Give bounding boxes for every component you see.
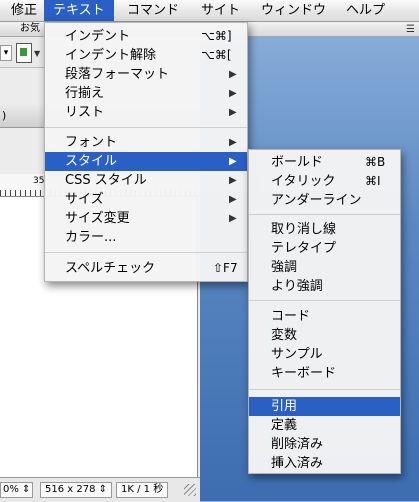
menu-item-size-change[interactable]: サイズ変更 ▶: [45, 209, 247, 228]
submenu-item-strong[interactable]: より強調: [249, 277, 400, 296]
menu-item-label: アンダーライン: [271, 193, 362, 208]
shortcut-label: ⌥⌘]: [201, 29, 232, 43]
download-time: 1K / 1 秒: [116, 482, 169, 498]
menu-window[interactable]: ウィンドウ: [252, 0, 335, 21]
menu-item-label: 取り消し線: [271, 222, 337, 237]
submenu-arrow-icon: ▶: [229, 213, 237, 224]
menu-item-label: 挿入済み: [271, 456, 324, 471]
menu-separator: [249, 214, 400, 215]
menu-item-label: リスト: [65, 105, 105, 120]
chevron-down-icon[interactable]: ▼: [34, 49, 40, 58]
menu-item-label: サイズ変更: [65, 211, 130, 226]
submenu-arrow-icon: ▶: [229, 194, 237, 205]
menu-item-label: CSS スタイル: [65, 173, 147, 188]
menu-item-label: インデント: [65, 29, 131, 44]
menu-help[interactable]: ヘルプ: [337, 0, 394, 21]
zoom-select[interactable]: 0% ⇕: [0, 482, 34, 498]
menu-item-color[interactable]: カラー...: [45, 228, 247, 247]
document-title: ): [2, 109, 7, 122]
menu-item-font[interactable]: フォント ▶: [45, 133, 247, 152]
panel-menu-icon[interactable]: ☰: [406, 23, 415, 37]
menu-separator: [45, 252, 247, 253]
menu-item-label: インデント解除: [65, 48, 157, 63]
menu-item-label: 引用: [271, 399, 298, 414]
style-submenu: ボールド ⌘B イタリック ⌘I アンダーライン 取り消し線 テレタイプ 強調 …: [248, 149, 401, 474]
menu-item-size[interactable]: サイズ ▶: [45, 190, 247, 209]
text-menu: インデント ⌥⌘] インデント解除 ⌥⌘[ 段落フォーマット ▶ 行揃え ▶ リ…: [44, 22, 248, 282]
submenu-item-sample[interactable]: サンプル: [249, 345, 400, 364]
menu-item-label: ボールド: [271, 155, 324, 170]
menu-item-label: カラー...: [65, 230, 117, 245]
shortcut-label: ⌘I: [365, 174, 381, 188]
menu-separator: [45, 127, 247, 128]
menu-item-label: サイズ: [65, 192, 104, 207]
menu-item-label: キーボード: [271, 366, 337, 381]
menu-separator: [249, 389, 400, 390]
menu-item-label: フォント: [65, 135, 118, 150]
submenu-item-underline[interactable]: アンダーライン: [249, 191, 400, 210]
status-bar: 0% ⇕ 516 x 278 ⇕ 1K / 1 秒: [0, 477, 200, 502]
submenu-item-definition[interactable]: 定義: [249, 416, 400, 435]
menu-item-label: 定義: [271, 418, 298, 433]
submenu-item-italic[interactable]: イタリック ⌘I: [249, 172, 400, 191]
toolbar-dropdown[interactable]: ▾: [0, 45, 12, 61]
submenu-item-variable[interactable]: 変数: [249, 326, 400, 345]
submenu-item-strikethrough[interactable]: 取り消し線: [249, 220, 400, 239]
resize-grip[interactable]: [184, 484, 196, 496]
menu-item-align[interactable]: 行揃え ▶: [45, 84, 247, 103]
menu-item-css-style[interactable]: CSS スタイル ▶: [45, 171, 247, 190]
menubar: 修正 テキスト コマンド サイト ウィンドウ ヘルプ: [0, 0, 419, 22]
menu-site[interactable]: サイト: [192, 0, 249, 21]
submenu-item-emphasis[interactable]: 強調: [249, 258, 400, 277]
menu-item-label: 強調: [271, 260, 298, 275]
menu-item-label: スペルチェック: [65, 261, 156, 276]
menu-item-style[interactable]: スタイル ▶: [45, 152, 247, 171]
menu-item-label: イタリック: [271, 174, 336, 189]
menu-item-outdent[interactable]: インデント解除 ⌥⌘[: [45, 46, 247, 65]
menu-item-spellcheck[interactable]: スペルチェック ⇧F7: [45, 259, 247, 278]
menu-separator: [249, 300, 400, 301]
submenu-arrow-icon: ▶: [229, 107, 237, 118]
menu-item-label: サンプル: [271, 347, 323, 362]
submenu-item-code[interactable]: コード: [249, 307, 400, 326]
menu-item-label: スタイル: [65, 154, 118, 169]
window-size-select[interactable]: 516 x 278 ⇕: [40, 482, 113, 498]
submenu-arrow-icon: ▶: [229, 88, 237, 99]
submenu-arrow-icon: ▶: [229, 69, 237, 80]
shortcut-label: ⌥⌘[: [201, 48, 232, 62]
submenu-item-inserted[interactable]: 挿入済み: [249, 454, 400, 473]
menu-item-paragraph-format[interactable]: 段落フォーマット ▶: [45, 65, 247, 84]
menu-item-label: コード: [271, 309, 311, 324]
submenu-item-keyboard[interactable]: キーボード: [249, 364, 400, 383]
ruler-number: 35: [33, 176, 45, 186]
menu-item-label: 削除済み: [271, 437, 324, 452]
submenu-arrow-icon: ▶: [229, 137, 237, 148]
menu-item-indent[interactable]: インデント ⌥⌘]: [45, 27, 247, 46]
menu-item-label: 段落フォーマット: [65, 67, 170, 82]
submenu-item-teletype[interactable]: テレタイプ: [249, 239, 400, 258]
shortcut-label: ⇧F7: [213, 261, 238, 275]
submenu-arrow-icon: ▶: [229, 156, 237, 167]
favorites-label[interactable]: お気: [20, 22, 40, 36]
document-icon[interactable]: [16, 43, 32, 63]
menu-modify[interactable]: 修正: [2, 0, 46, 21]
submenu-item-deleted[interactable]: 削除済み: [249, 435, 400, 454]
menu-item-label: より強調: [271, 279, 323, 294]
menu-item-label: 行揃え: [65, 86, 105, 101]
menu-item-label: テレタイプ: [271, 241, 337, 256]
menu-item-list[interactable]: リスト ▶: [45, 103, 247, 122]
menu-item-label: 変数: [271, 328, 298, 343]
submenu-item-bold[interactable]: ボールド ⌘B: [249, 153, 400, 172]
menu-text[interactable]: テキスト: [44, 0, 114, 21]
window-size-value: 516 x 278: [45, 484, 96, 495]
submenu-item-citation[interactable]: 引用: [249, 397, 400, 416]
zoom-value: 0%: [3, 484, 19, 495]
menu-commands[interactable]: コマンド: [118, 0, 188, 21]
submenu-arrow-icon: ▶: [229, 175, 237, 186]
shortcut-label: ⌘B: [365, 155, 386, 169]
